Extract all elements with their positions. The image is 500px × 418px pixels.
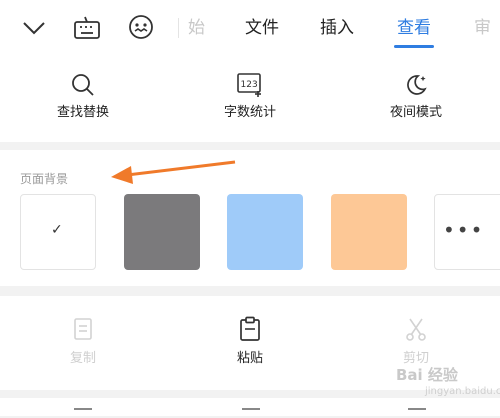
night-mode-label: 夜间模式	[389, 105, 442, 120]
toolbar-separator	[178, 18, 179, 38]
swatch-gray[interactable]	[124, 194, 200, 270]
search-icon	[72, 74, 94, 96]
paste-icon	[240, 316, 260, 341]
word-count-button[interactable]: 123 字数统计	[190, 56, 310, 122]
watermark-text: Bai 经验	[396, 366, 458, 384]
find-replace-label: 查找替换	[56, 105, 109, 120]
swatch-orange[interactable]	[331, 194, 407, 270]
copy-label: 复制	[69, 351, 96, 366]
face-icon[interactable]	[127, 14, 155, 42]
scissors-icon	[406, 318, 426, 341]
copy-icon	[74, 318, 92, 340]
paste-label: 粘贴	[236, 351, 263, 366]
bottom-item-icon[interactable]	[242, 408, 260, 418]
more-icon: •••	[443, 218, 485, 242]
tab-file[interactable]: 文件	[245, 16, 279, 40]
watermark-url: jingyan.baidu.com	[425, 386, 500, 397]
page-background-title: 页面背景	[20, 172, 69, 186]
tab-start[interactable]: 始	[188, 16, 205, 40]
find-replace-button[interactable]: 查找替换	[23, 56, 143, 122]
cut-button[interactable]: 剪切	[356, 296, 476, 368]
keyboard-icon[interactable]	[72, 14, 100, 42]
word-count-label: 字数统计	[223, 105, 276, 120]
tab-review[interactable]: 审	[474, 16, 491, 40]
annotation-arrow	[111, 160, 236, 184]
swatch-blue[interactable]	[227, 194, 303, 270]
tab-insert[interactable]: 插入	[320, 16, 354, 40]
word-count-icon-text: 123	[241, 80, 258, 90]
tab-view[interactable]: 查看	[397, 16, 431, 40]
chevron-down-icon[interactable]	[20, 14, 48, 42]
bottom-item-icon[interactable]	[408, 408, 426, 418]
check-icon: ✓	[51, 222, 63, 238]
moon-icon	[407, 75, 427, 95]
copy-button[interactable]: 复制	[23, 296, 143, 368]
bottom-item-icon[interactable]	[74, 408, 92, 418]
paste-button[interactable]: 粘贴	[190, 296, 310, 368]
night-mode-button[interactable]: 夜间模式	[356, 56, 476, 122]
active-tab-indicator	[394, 45, 434, 48]
word-count-icon: 123	[237, 73, 261, 97]
